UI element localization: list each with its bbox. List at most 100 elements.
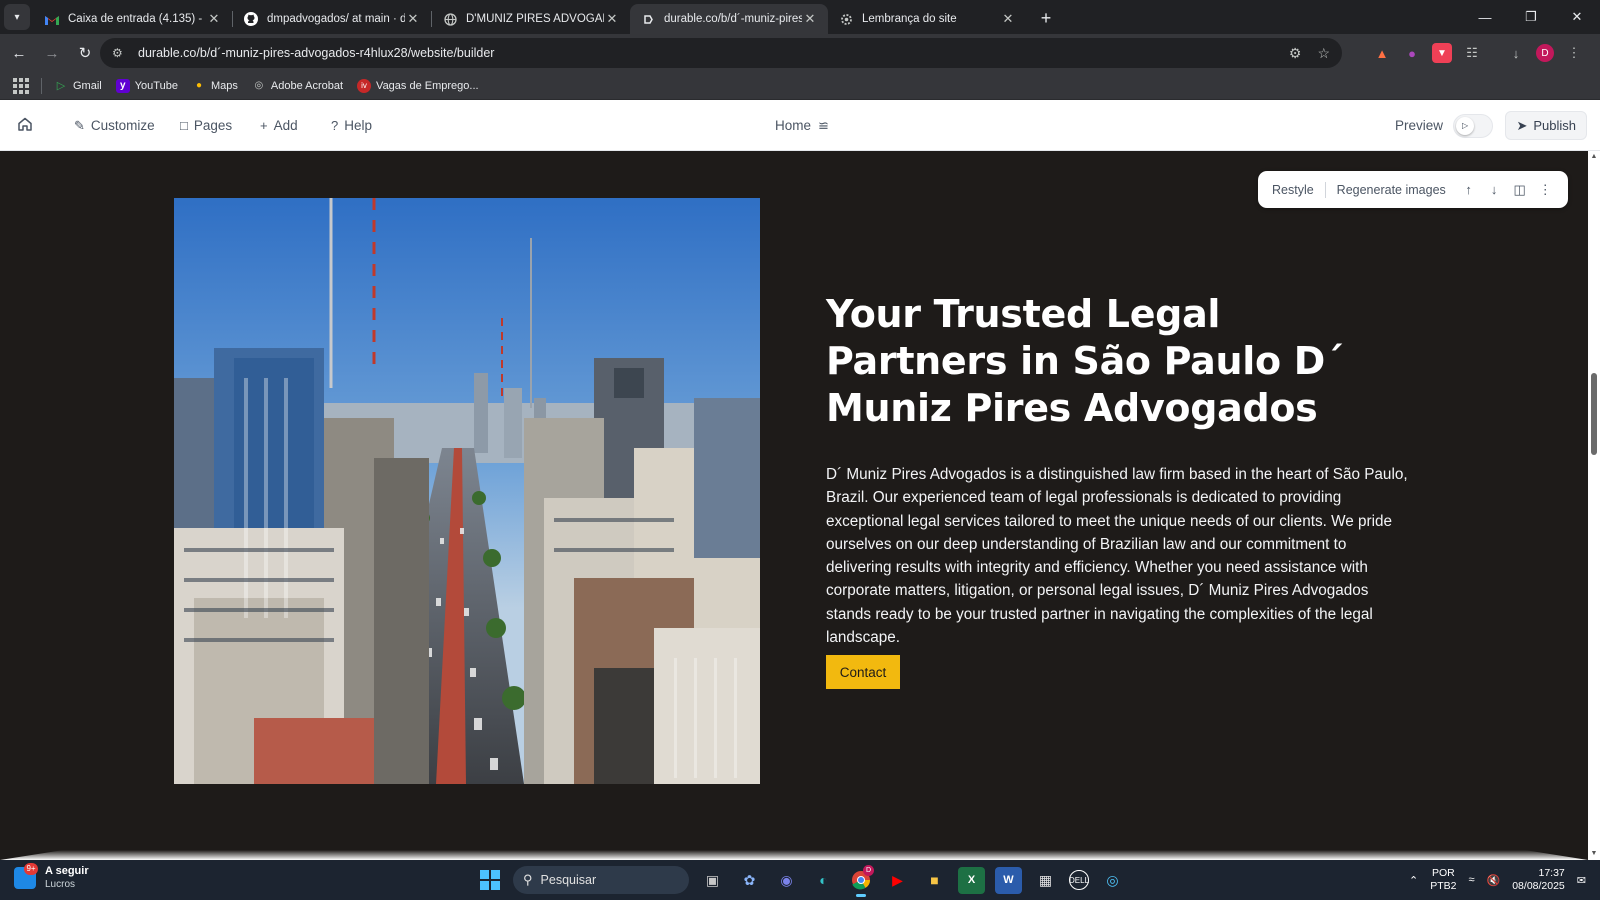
clock-date: 08/08/2025 bbox=[1512, 880, 1565, 892]
move-down-icon[interactable]: ↓ bbox=[1481, 182, 1507, 197]
hero-image[interactable] bbox=[174, 198, 760, 784]
bookmark-maps[interactable]: ● Maps bbox=[192, 79, 238, 93]
forward-icon[interactable]: → bbox=[38, 39, 66, 67]
bookmark-star-icon[interactable]: ☆ bbox=[1317, 45, 1330, 62]
reload-icon[interactable]: ↻ bbox=[71, 39, 99, 67]
sliders-icon: ≌ bbox=[818, 117, 829, 133]
close-window-icon[interactable]: ✕ bbox=[1554, 0, 1600, 34]
clock[interactable]: 17:37 08/08/2025 bbox=[1512, 867, 1565, 893]
language-indicator[interactable]: POR PTB2 bbox=[1430, 867, 1456, 893]
help-button[interactable]: ? Help bbox=[331, 100, 372, 151]
close-tab-icon[interactable]: ✕ bbox=[1000, 11, 1016, 27]
apps-grid-icon[interactable] bbox=[13, 77, 29, 94]
show-hidden-icons[interactable]: ⌃ bbox=[1409, 874, 1418, 887]
bookmark-youtube[interactable]: y YouTube bbox=[115, 78, 178, 93]
customize-button[interactable]: ✎ Customize bbox=[74, 100, 155, 151]
tab-search-button[interactable]: ▾ bbox=[4, 4, 30, 30]
publish-button[interactable]: ➤ Publish bbox=[1505, 111, 1587, 140]
hero-title[interactable]: Your Trusted Legal Partners in São Paulo… bbox=[826, 291, 1406, 432]
widgets-button[interactable]: 9+ A seguir Lucros bbox=[14, 863, 89, 891]
extensions-area: ▲ ● ▼ ☷ ↓ D ⋮ bbox=[1372, 38, 1584, 68]
scroll-up-icon[interactable]: ▲ bbox=[1590, 153, 1598, 161]
youtube-icon[interactable]: ▶ bbox=[884, 867, 911, 894]
home-button[interactable] bbox=[17, 100, 33, 151]
widget-badge: 9+ bbox=[24, 863, 38, 875]
back-icon[interactable]: ← bbox=[5, 39, 33, 67]
translate-icon[interactable]: ⚙ bbox=[1289, 45, 1302, 62]
pages-label: Pages bbox=[193, 118, 233, 133]
site-info-icon[interactable]: ⚙ bbox=[112, 46, 128, 60]
minimize-icon[interactable]: — bbox=[1462, 0, 1508, 34]
tab-title: D'MUNIZ PIRES ADVOGADOS bbox=[466, 13, 604, 25]
preview-toggle-group[interactable]: Preview ▷ bbox=[1395, 100, 1494, 151]
bookmark-gmail[interactable]: ▷ Gmail bbox=[54, 79, 102, 93]
close-tab-icon[interactable]: ✕ bbox=[604, 11, 620, 27]
preview-toggle[interactable]: ▷ bbox=[1453, 113, 1494, 138]
taskbar-apps: ⚲ Pesquisar ▣ ✿ ◉ ◐ D ▶ ■ X W ▦ DELL ◎ bbox=[476, 864, 1126, 897]
edge-icon[interactable]: ◐ bbox=[810, 867, 837, 894]
bookmark-label: Adobe Acrobat bbox=[270, 79, 344, 92]
page-selector[interactable]: Home ≌ bbox=[775, 100, 829, 151]
address-bar[interactable]: ⚙ durable.co/b/d´-muniz-pires-advogados-… bbox=[100, 38, 1342, 68]
yahoo-icon: y bbox=[115, 78, 130, 93]
contact-button[interactable]: Contact bbox=[826, 655, 900, 689]
restyle-button[interactable]: Restyle bbox=[1272, 183, 1314, 197]
wifi-icon[interactable]: ≈ bbox=[1468, 874, 1474, 886]
taskbar-search[interactable]: ⚲ Pesquisar bbox=[513, 866, 689, 894]
pocket-extension-icon[interactable]: ▼ bbox=[1432, 43, 1452, 63]
speaker-muted-icon[interactable]: 🔇 bbox=[1487, 874, 1501, 887]
tab-github[interactable]: dmpadvogados/ at main · dann ✕ bbox=[233, 4, 431, 34]
more-options-icon[interactable]: ⋮ bbox=[1532, 182, 1558, 198]
tab-durable[interactable]: durable.co/b/d´-muniz-pires-ad ✕ bbox=[630, 4, 828, 34]
tab-gmail[interactable]: Caixa de entrada (4.135) - dann ✕ bbox=[34, 4, 232, 34]
restore-icon[interactable]: ❐ bbox=[1508, 0, 1554, 34]
hero-description[interactable]: D´ Muniz Pires Advogados is a distinguis… bbox=[826, 463, 1414, 649]
scroll-down-icon[interactable]: ▼ bbox=[1590, 850, 1598, 858]
profile-avatar[interactable]: D bbox=[1536, 44, 1554, 62]
gear-icon bbox=[838, 11, 854, 27]
store-icon[interactable]: ▦ bbox=[1032, 867, 1059, 894]
move-up-icon[interactable]: ↑ bbox=[1456, 182, 1482, 197]
jobs-icon: iv bbox=[357, 78, 372, 93]
fox-extension-icon[interactable]: ▲ bbox=[1372, 43, 1392, 63]
purple-extension-icon[interactable]: ● bbox=[1402, 43, 1422, 63]
close-tab-icon[interactable]: ✕ bbox=[206, 11, 222, 27]
download-icon[interactable]: ↓ bbox=[1506, 43, 1526, 63]
word-icon[interactable]: W bbox=[995, 866, 1022, 894]
teams-icon[interactable]: ◉ bbox=[773, 867, 800, 894]
copilot-icon[interactable]: ✿ bbox=[736, 867, 763, 894]
bookmarks-bar: ▷ Gmail y YouTube ● Maps ◎ Adobe Acrobat… bbox=[0, 72, 1600, 100]
page-scrollbar[interactable]: ▲ ▼ bbox=[1588, 151, 1600, 860]
github-icon bbox=[243, 11, 259, 27]
language-code: POR bbox=[1431, 867, 1455, 879]
network-app-icon[interactable]: ◎ bbox=[1099, 867, 1126, 894]
toolbar-divider bbox=[1324, 181, 1326, 198]
bookmark-adobe-acrobat[interactable]: ◎ Adobe Acrobat bbox=[252, 79, 344, 93]
windows-start-icon[interactable] bbox=[476, 867, 503, 894]
scrollbar-thumb[interactable] bbox=[1591, 373, 1597, 455]
current-page-label: Home bbox=[775, 118, 812, 133]
chrome-icon[interactable]: D bbox=[847, 864, 874, 897]
gmail-icon bbox=[44, 11, 60, 27]
tab-lembranca[interactable]: Lembrança do site ✕ bbox=[828, 4, 1026, 34]
excel-icon[interactable]: X bbox=[958, 866, 985, 894]
close-tab-icon[interactable]: ✕ bbox=[802, 11, 818, 27]
new-tab-button[interactable]: + bbox=[1032, 4, 1060, 32]
file-explorer-icon[interactable]: ■ bbox=[921, 867, 948, 894]
pages-button[interactable]: □ Pages bbox=[180, 100, 232, 151]
puzzle-extensions-icon[interactable]: ☷ bbox=[1462, 43, 1482, 63]
bookmark-vagas[interactable]: iv Vagas de Emprego... bbox=[357, 78, 479, 93]
kebab-menu-icon[interactable]: ⋮ bbox=[1564, 43, 1584, 63]
globe-icon: ◎ bbox=[254, 80, 264, 91]
system-tray: ⌃ POR PTB2 ≈ 🔇 17:37 08/08/2025 ✉ bbox=[1409, 864, 1586, 896]
section-toolbar: Restyle Regenerate images ↑ ↓ ◫ ⋮ bbox=[1258, 171, 1568, 208]
dell-icon[interactable]: DELL bbox=[1069, 870, 1089, 890]
omnibox-actions: ⚙ ☆ bbox=[1289, 38, 1330, 68]
task-view-icon[interactable]: ▣ bbox=[699, 867, 726, 894]
close-tab-icon[interactable]: ✕ bbox=[405, 11, 421, 27]
tab-dmuniz[interactable]: D'MUNIZ PIRES ADVOGADOS ✕ bbox=[432, 4, 630, 34]
notification-icon[interactable]: ✉ bbox=[1577, 874, 1586, 887]
layout-icon[interactable]: ◫ bbox=[1507, 182, 1533, 198]
regenerate-images-button[interactable]: Regenerate images bbox=[1337, 183, 1446, 197]
add-button[interactable]: + Add bbox=[260, 100, 298, 151]
